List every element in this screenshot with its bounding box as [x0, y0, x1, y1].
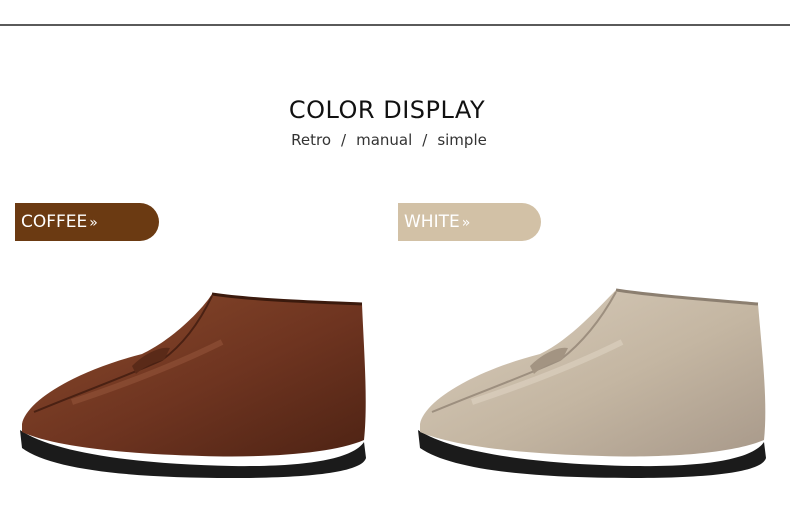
double-chevron-right-icon: » — [89, 215, 98, 231]
color-tag-label: COFFEE — [21, 212, 88, 232]
page-title: COLOR DISPLAY — [288, 96, 486, 124]
top-divider — [0, 24, 790, 26]
subtitle-word-retro: Retro — [291, 131, 332, 149]
color-tag-coffee[interactable]: COFFEE» — [15, 203, 159, 241]
subtitle-word-simple: simple — [437, 131, 487, 149]
subtitle-word-manual: manual — [356, 131, 413, 149]
subtitle-separator: / — [422, 131, 428, 149]
color-tag-label: WHITE — [404, 212, 460, 232]
subtitle-separator: / — [341, 131, 347, 149]
color-tag-white[interactable]: WHITE» — [398, 203, 541, 241]
page-subtitle: Retro / manual / simple — [0, 131, 778, 149]
double-chevron-right-icon: » — [461, 215, 471, 231]
coffee-boot-image — [20, 292, 366, 478]
white-boot-image — [418, 288, 766, 478]
